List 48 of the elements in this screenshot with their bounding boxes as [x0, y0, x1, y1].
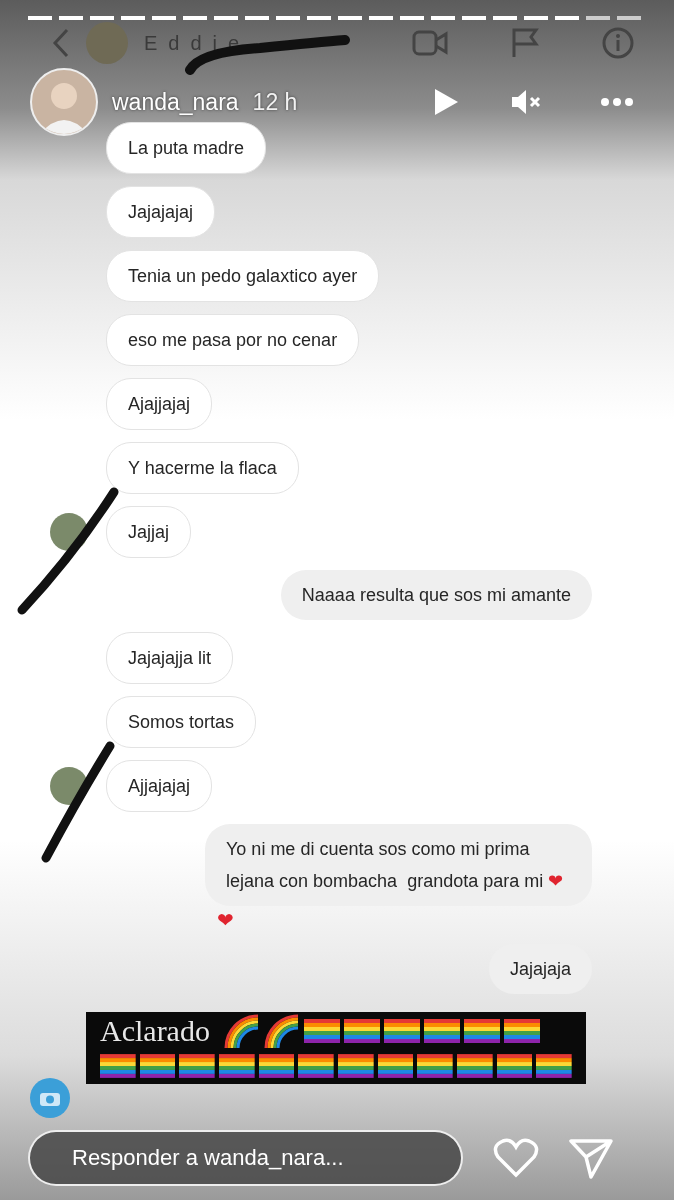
rainbow-flag-icon — [496, 1054, 533, 1078]
rainbow-flag-icon — [377, 1054, 414, 1078]
message-bubble: Naaaa resulta que sos mi amante — [280, 570, 592, 620]
flag-icon[interactable] — [510, 27, 540, 59]
rainbow-flag-icon — [457, 1054, 493, 1078]
camera-icon[interactable] — [30, 1078, 70, 1118]
rainbow-flag-icon — [258, 1054, 295, 1078]
heart-icon[interactable] — [493, 1138, 539, 1178]
rainbow-flag-icon — [417, 1054, 454, 1078]
back-icon[interactable] — [52, 28, 70, 58]
story-time: 12 h — [252, 88, 298, 116]
message-bubble: La puta madre — [106, 122, 267, 174]
reply-field[interactable]: Responder a wanda_nara... — [28, 1130, 463, 1186]
sticker-text: Aclarado — [100, 1014, 210, 1048]
play-icon[interactable] — [432, 87, 460, 117]
send-icon[interactable] — [569, 1137, 613, 1179]
reaction-heart: ❤ — [217, 908, 234, 932]
rainbow-flag-icon — [536, 1054, 573, 1078]
video-camera-icon[interactable] — [412, 30, 448, 56]
story-username[interactable]: wanda_nara — [112, 88, 239, 116]
message-bubble: eso me pasa por no cenar — [106, 314, 360, 366]
rainbow-icon — [223, 1014, 260, 1048]
rainbow-flag-icon — [503, 1019, 540, 1043]
message-bubble: Jajajajaj — [106, 186, 216, 238]
rainbow-flag-icon — [100, 1054, 136, 1078]
contact-avatar — [86, 22, 128, 64]
rainbow-flag-icon — [139, 1054, 176, 1078]
rainbow-flag-icon — [298, 1054, 335, 1078]
rainbow-flag-icon — [179, 1054, 215, 1078]
rainbow-flag-icon — [219, 1054, 255, 1078]
rainbow-flag-icon — [303, 1019, 340, 1043]
rainbow-flag-icon — [423, 1019, 460, 1043]
message-bubble: Y hacerme la flaca — [106, 442, 299, 494]
rainbow-flag-icon — [383, 1019, 420, 1043]
message-bubble: Ajajjajaj — [106, 378, 213, 430]
message-bubble: Jajjaj — [106, 506, 192, 558]
message-bubble: Ajjajajaj — [106, 760, 213, 812]
rainbow-flag-icon — [338, 1054, 374, 1078]
message-bubble: Somos tortas — [106, 696, 257, 748]
message-bubble: Tenia un pedo galaxtico ayer — [106, 250, 380, 302]
rainbow-flag-icon — [343, 1019, 380, 1043]
muted-speaker-icon[interactable] — [510, 87, 542, 117]
rainbow-icon — [263, 1014, 300, 1048]
more-icon[interactable] — [600, 97, 634, 107]
message-bubble: Yo ni me di cuenta sos como mi prima lejana con bombacha grandota para mi ❤ — [205, 824, 592, 906]
rainbow-flag-icon — [463, 1019, 500, 1043]
message-bubble: Jajajajja lit — [106, 632, 234, 684]
info-icon[interactable] — [602, 27, 634, 59]
